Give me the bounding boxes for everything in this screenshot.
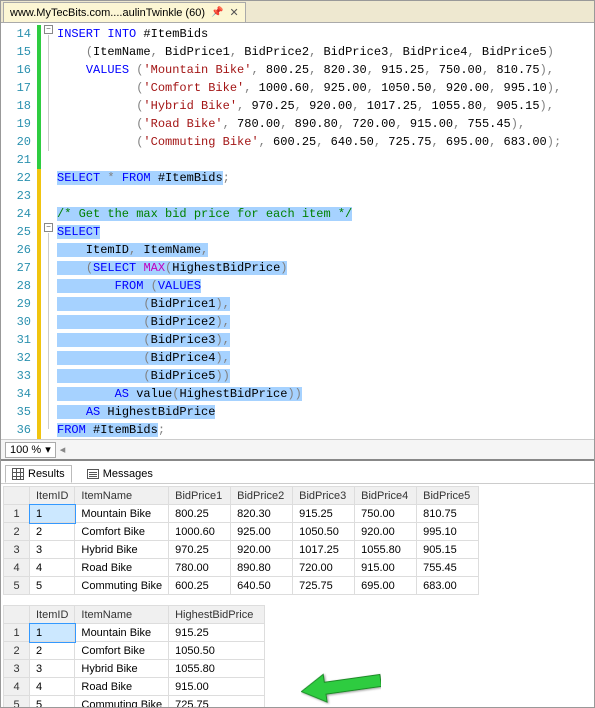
collapse-toggle-icon[interactable]: − — [44, 223, 53, 232]
table-cell[interactable]: 810.75 — [417, 505, 479, 523]
table-cell[interactable]: 1055.80 — [355, 541, 417, 559]
table-cell[interactable]: 920.00 — [355, 523, 417, 541]
collapse-toggle-icon[interactable]: − — [44, 25, 53, 34]
column-header[interactable]: BidPrice2 — [231, 487, 293, 505]
column-header[interactable]: BidPrice3 — [293, 487, 355, 505]
table-cell[interactable]: 4 — [30, 678, 75, 696]
table-cell[interactable]: 915.25 — [169, 624, 265, 642]
line-number-gutter: 1415161718192021222324252627282930313233… — [1, 23, 37, 439]
table-cell[interactable]: 780.00 — [169, 559, 231, 577]
tab-messages-label: Messages — [103, 468, 153, 480]
table-cell[interactable]: 920.00 — [231, 541, 293, 559]
table-row[interactable]: 44Road Bike780.00890.80720.00915.00755.4… — [4, 559, 479, 577]
table-cell[interactable]: 5 — [30, 577, 75, 595]
code-editor[interactable]: 1415161718192021222324252627282930313233… — [1, 23, 594, 439]
table-cell[interactable]: 915.00 — [355, 559, 417, 577]
annotation-arrow-icon — [301, 666, 381, 706]
table-cell[interactable]: 905.15 — [417, 541, 479, 559]
table-row[interactable]: 11Mountain Bike800.25820.30915.25750.008… — [4, 505, 479, 523]
table-cell[interactable]: 820.30 — [231, 505, 293, 523]
table-cell[interactable]: 800.25 — [169, 505, 231, 523]
table-cell[interactable]: 725.75 — [169, 696, 265, 708]
column-header[interactable]: HighestBidPrice — [169, 606, 265, 624]
table-row[interactable]: 11Mountain Bike915.25 — [4, 624, 265, 642]
table-row[interactable]: 44Road Bike915.00 — [4, 678, 265, 696]
zoom-dropdown[interactable]: 100 % ▾ — [5, 442, 56, 458]
table-cell[interactable]: 970.25 — [169, 541, 231, 559]
document-tab[interactable]: www.MyTecBits.com....aulinTwinkle (60) 📌… — [3, 2, 246, 22]
table-cell[interactable]: Hybrid Bike — [75, 660, 169, 678]
table-cell[interactable]: 915.25 — [293, 505, 355, 523]
zoom-value: 100 % — [10, 444, 41, 456]
table-cell[interactable]: 1 — [30, 624, 75, 642]
table-row[interactable]: 33Hybrid Bike1055.80 — [4, 660, 265, 678]
table-cell[interactable]: 1055.80 — [169, 660, 265, 678]
table-row[interactable]: 55Commuting Bike600.25640.50725.75695.00… — [4, 577, 479, 595]
table-cell[interactable]: 640.50 — [231, 577, 293, 595]
document-tab-bar: www.MyTecBits.com....aulinTwinkle (60) 📌… — [1, 1, 594, 23]
table-cell[interactable]: 1000.60 — [169, 523, 231, 541]
table-cell[interactable]: 890.80 — [231, 559, 293, 577]
code-area[interactable]: INSERT INTO #ItemBids (ItemName, BidPric… — [57, 23, 561, 439]
table-cell[interactable]: Comfort Bike — [75, 642, 169, 660]
table-cell[interactable]: 600.25 — [169, 577, 231, 595]
table-cell[interactable]: Hybrid Bike — [75, 541, 169, 559]
chevron-down-icon: ▾ — [45, 443, 51, 456]
column-header[interactable]: BidPrice4 — [355, 487, 417, 505]
results-pane: Results Messages ItemIDItemNameBidPrice1… — [1, 459, 594, 707]
table-cell[interactable]: 1050.50 — [293, 523, 355, 541]
editor-zoom-bar: 100 % ▾ ◂ — [1, 439, 594, 459]
column-header[interactable]: ItemID — [30, 606, 75, 624]
table-cell[interactable]: 2 — [30, 642, 75, 660]
close-icon[interactable]: ✕ — [229, 6, 238, 19]
table-cell[interactable]: 3 — [30, 660, 75, 678]
table-cell[interactable]: 1050.50 — [169, 642, 265, 660]
table-cell[interactable]: Road Bike — [75, 559, 169, 577]
messages-icon — [87, 469, 99, 479]
table-cell[interactable]: 2 — [30, 523, 75, 541]
table-cell[interactable]: 915.00 — [169, 678, 265, 696]
table-cell[interactable]: 695.00 — [355, 577, 417, 595]
tab-messages[interactable]: Messages — [80, 465, 160, 483]
table-cell[interactable]: 755.45 — [417, 559, 479, 577]
column-header[interactable]: ItemID — [30, 487, 75, 505]
table-cell[interactable]: 995.10 — [417, 523, 479, 541]
table-cell[interactable]: 1 — [30, 505, 75, 523]
outline-gutter[interactable]: − − — [43, 23, 57, 439]
table-cell[interactable]: Mountain Bike — [75, 505, 169, 523]
table-cell[interactable]: 1017.25 — [293, 541, 355, 559]
table-cell[interactable]: 3 — [30, 541, 75, 559]
results-grids[interactable]: ItemIDItemNameBidPrice1BidPrice2BidPrice… — [1, 484, 594, 707]
column-header[interactable]: BidPrice5 — [417, 487, 479, 505]
results-tab-bar: Results Messages — [1, 461, 594, 484]
table-row[interactable]: 22Comfort Bike1050.50 — [4, 642, 265, 660]
table-cell[interactable]: Road Bike — [75, 678, 169, 696]
table-cell[interactable]: 750.00 — [355, 505, 417, 523]
tab-results[interactable]: Results — [5, 465, 72, 483]
table-cell[interactable]: 4 — [30, 559, 75, 577]
table-cell[interactable]: Commuting Bike — [75, 696, 169, 708]
result-grid-2[interactable]: ItemIDItemNameHighestBidPrice11Mountain … — [3, 605, 265, 707]
column-header[interactable]: BidPrice1 — [169, 487, 231, 505]
result-grid-1[interactable]: ItemIDItemNameBidPrice1BidPrice2BidPrice… — [3, 486, 479, 595]
table-cell[interactable]: 5 — [30, 696, 75, 708]
grid-icon — [12, 468, 24, 480]
table-row[interactable]: 55Commuting Bike725.75 — [4, 696, 265, 708]
column-header[interactable]: ItemName — [75, 606, 169, 624]
table-cell[interactable]: Comfort Bike — [75, 523, 169, 541]
document-tab-title: www.MyTecBits.com....aulinTwinkle (60) — [10, 7, 205, 19]
table-cell[interactable]: 683.00 — [417, 577, 479, 595]
chevron-left-icon[interactable]: ◂ — [60, 443, 66, 456]
table-cell[interactable]: 725.75 — [293, 577, 355, 595]
column-header[interactable]: ItemName — [75, 487, 169, 505]
pin-icon[interactable]: 📌 — [211, 7, 223, 18]
table-cell[interactable]: Mountain Bike — [75, 624, 169, 642]
table-cell[interactable]: Commuting Bike — [75, 577, 169, 595]
table-row[interactable]: 22Comfort Bike1000.60925.001050.50920.00… — [4, 523, 479, 541]
table-cell[interactable]: 925.00 — [231, 523, 293, 541]
table-row[interactable]: 33Hybrid Bike970.25920.001017.251055.809… — [4, 541, 479, 559]
tab-results-label: Results — [28, 468, 65, 480]
table-cell[interactable]: 720.00 — [293, 559, 355, 577]
